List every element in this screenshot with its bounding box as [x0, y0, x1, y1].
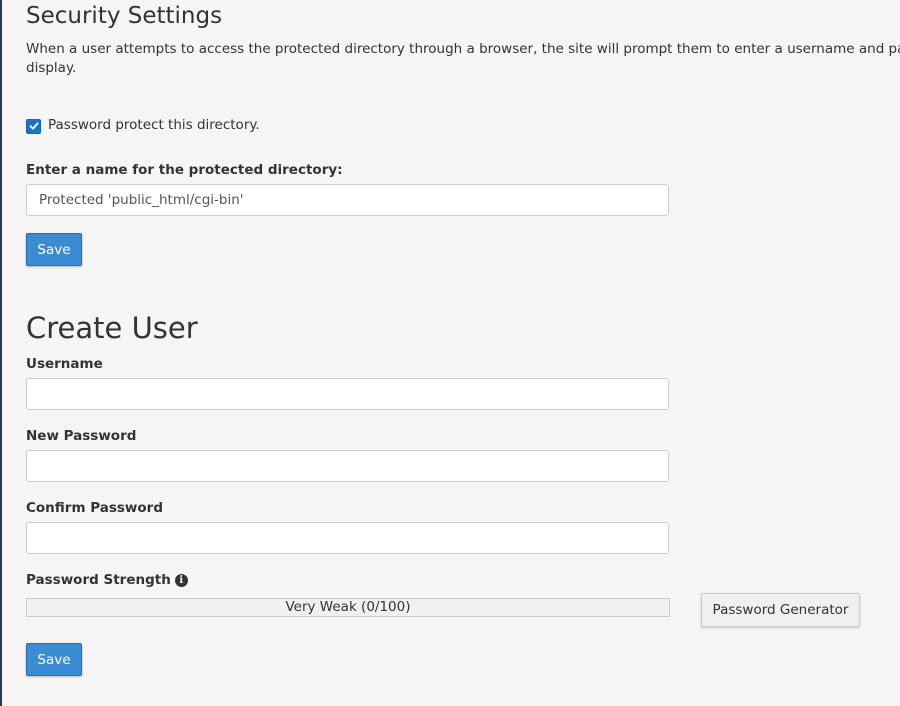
password-strength-meter: Very Weak (0/100) [26, 598, 670, 617]
info-circle-icon[interactable]: i [174, 574, 188, 587]
security-settings-title: Security Settings [26, 3, 223, 29]
password-strength-text: Very Weak (0/100) [285, 599, 411, 615]
password-generator-button[interactable]: Password Generator [701, 593, 860, 627]
new-password-input[interactable] [26, 450, 669, 482]
save-security-button[interactable]: Save [26, 233, 82, 266]
save-user-button[interactable]: Save [26, 643, 82, 676]
security-description: When a user attempts to access the prote… [26, 40, 900, 78]
description-line-2: display. [26, 60, 77, 76]
protect-directory-label[interactable]: Password protect this directory. [48, 117, 260, 133]
username-input[interactable] [26, 378, 669, 410]
check-icon [29, 122, 38, 130]
directory-name-label: Enter a name for the protected directory… [26, 162, 343, 178]
sidebar-edge [0, 0, 2, 706]
protect-directory-checkbox[interactable] [26, 118, 41, 134]
page: Security Settings When a user attempts t… [0, 0, 900, 706]
protect-directory-row[interactable]: Password protect this directory. [26, 117, 260, 134]
password-strength-label-text: Password Strength [26, 572, 171, 588]
username-label: Username [26, 356, 103, 372]
confirm-password-input[interactable] [26, 522, 669, 554]
new-password-label: New Password [26, 428, 137, 444]
create-user-title: Create User [26, 311, 198, 345]
password-strength-label: Password Strength i [26, 572, 188, 588]
description-line-1: When a user attempts to access the prote… [26, 41, 900, 57]
directory-name-input[interactable]: Protected 'public_html/cgi-bin' [26, 184, 669, 216]
confirm-password-label: Confirm Password [26, 500, 164, 516]
